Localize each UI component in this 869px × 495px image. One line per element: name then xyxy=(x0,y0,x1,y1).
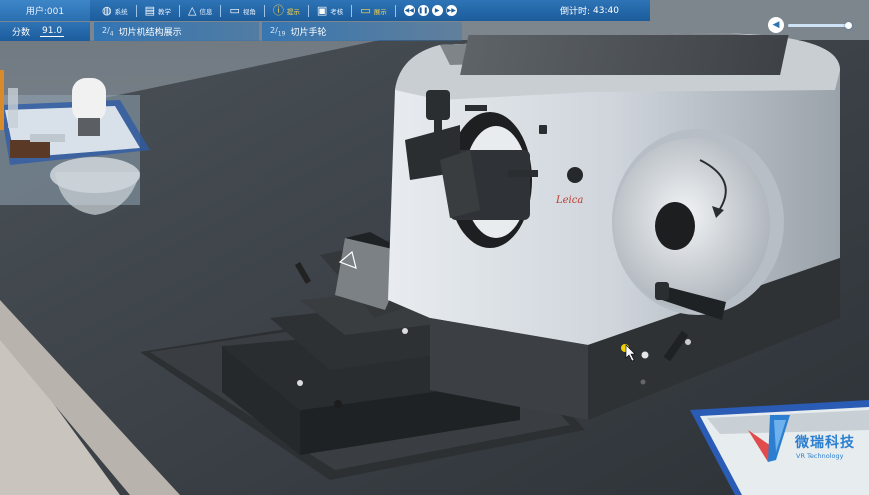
system-label: 系统 xyxy=(114,7,128,16)
countdown: 倒计时: 43:40 xyxy=(560,0,619,21)
info-button[interactable]: △ 信息 xyxy=(182,0,218,21)
display-button[interactable]: ▭ 展示 xyxy=(354,0,392,21)
warning-icon: △ xyxy=(188,4,197,17)
logo-mark-icon xyxy=(748,415,790,462)
countdown-label: 倒计时: xyxy=(560,7,591,17)
step-fraction: 2/19 xyxy=(270,25,286,38)
divider xyxy=(394,4,396,17)
display-label: 展示 xyxy=(373,7,387,16)
play-icon[interactable]: ▶ xyxy=(431,5,443,16)
media-controls: ◀◀ ❚❚ ▶ ▶▶ xyxy=(398,5,463,16)
volume-slider[interactable] xyxy=(788,21,852,29)
step-indicator-main: 2/4 切片机结构展示 xyxy=(94,22,259,41)
hint-label: 提示 xyxy=(286,7,300,16)
user-id: 用户:001 xyxy=(0,0,90,21)
microtome-scene: Leica xyxy=(0,0,869,495)
divider xyxy=(307,4,309,17)
pause-icon[interactable]: ❚❚ xyxy=(417,5,429,16)
score-label: 分数 xyxy=(12,28,31,38)
top-toolbar: 用户:001 ◍ 系统 ▤ 教学 △ 信息 ▭ 视角 ⓘ 提示 ▣ 考核 ▭ 展… xyxy=(0,0,650,21)
teaching-icon: ▤ xyxy=(144,4,156,17)
view-button[interactable]: ▭ 视角 xyxy=(223,0,261,21)
score-box: 分数 91.0 xyxy=(0,22,90,41)
speaker-icon[interactable]: ◀ xyxy=(768,17,784,33)
toolbar-items: ◍ 系统 ▤ 教学 △ 信息 ▭ 视角 ⓘ 提示 ▣ 考核 ▭ 展示 ◀◀ ❚❚… xyxy=(96,0,463,21)
assessment-button[interactable]: ▣ 考核 xyxy=(311,0,349,21)
globe-icon: ◍ xyxy=(102,4,112,17)
divider xyxy=(135,4,137,17)
volume-knob[interactable] xyxy=(845,21,852,29)
step-fraction: 2/4 xyxy=(102,25,114,38)
logo-text-en: VR Technology xyxy=(796,452,844,460)
step-title: 切片机结构展示 xyxy=(118,28,182,38)
teaching-label: 教学 xyxy=(158,7,172,16)
divider xyxy=(351,4,353,17)
fast-forward-icon[interactable]: ▶▶ xyxy=(445,5,457,16)
hint-button[interactable]: ⓘ 提示 xyxy=(267,0,306,21)
company-logo: 微瑞科技 VR Technology xyxy=(740,410,860,470)
step-title: 切片手轮 xyxy=(290,28,327,38)
info-label: 信息 xyxy=(199,7,213,16)
image-icon: ▭ xyxy=(229,4,240,17)
teaching-button[interactable]: ▤ 教学 xyxy=(139,0,177,21)
system-button[interactable]: ◍ 系统 xyxy=(96,0,134,21)
divider xyxy=(220,4,222,17)
score-value: 91.0 xyxy=(40,26,65,37)
audio-control: ◀ xyxy=(768,17,852,33)
monitor-icon: ▭ xyxy=(360,4,371,17)
divider xyxy=(179,4,181,17)
countdown-value: 43:40 xyxy=(593,5,619,16)
clipboard-icon: ▣ xyxy=(316,4,328,17)
question-icon: ⓘ xyxy=(272,4,284,17)
logo-text-cn: 微瑞科技 xyxy=(795,435,855,451)
divider xyxy=(263,4,265,17)
step-indicator-sub: 2/19 切片手轮 xyxy=(262,22,462,41)
view-label: 视角 xyxy=(242,7,256,16)
svg-text:Leica: Leica xyxy=(555,195,583,206)
rewind-icon[interactable]: ◀◀ xyxy=(403,5,415,16)
assessment-label: 考核 xyxy=(330,7,344,16)
